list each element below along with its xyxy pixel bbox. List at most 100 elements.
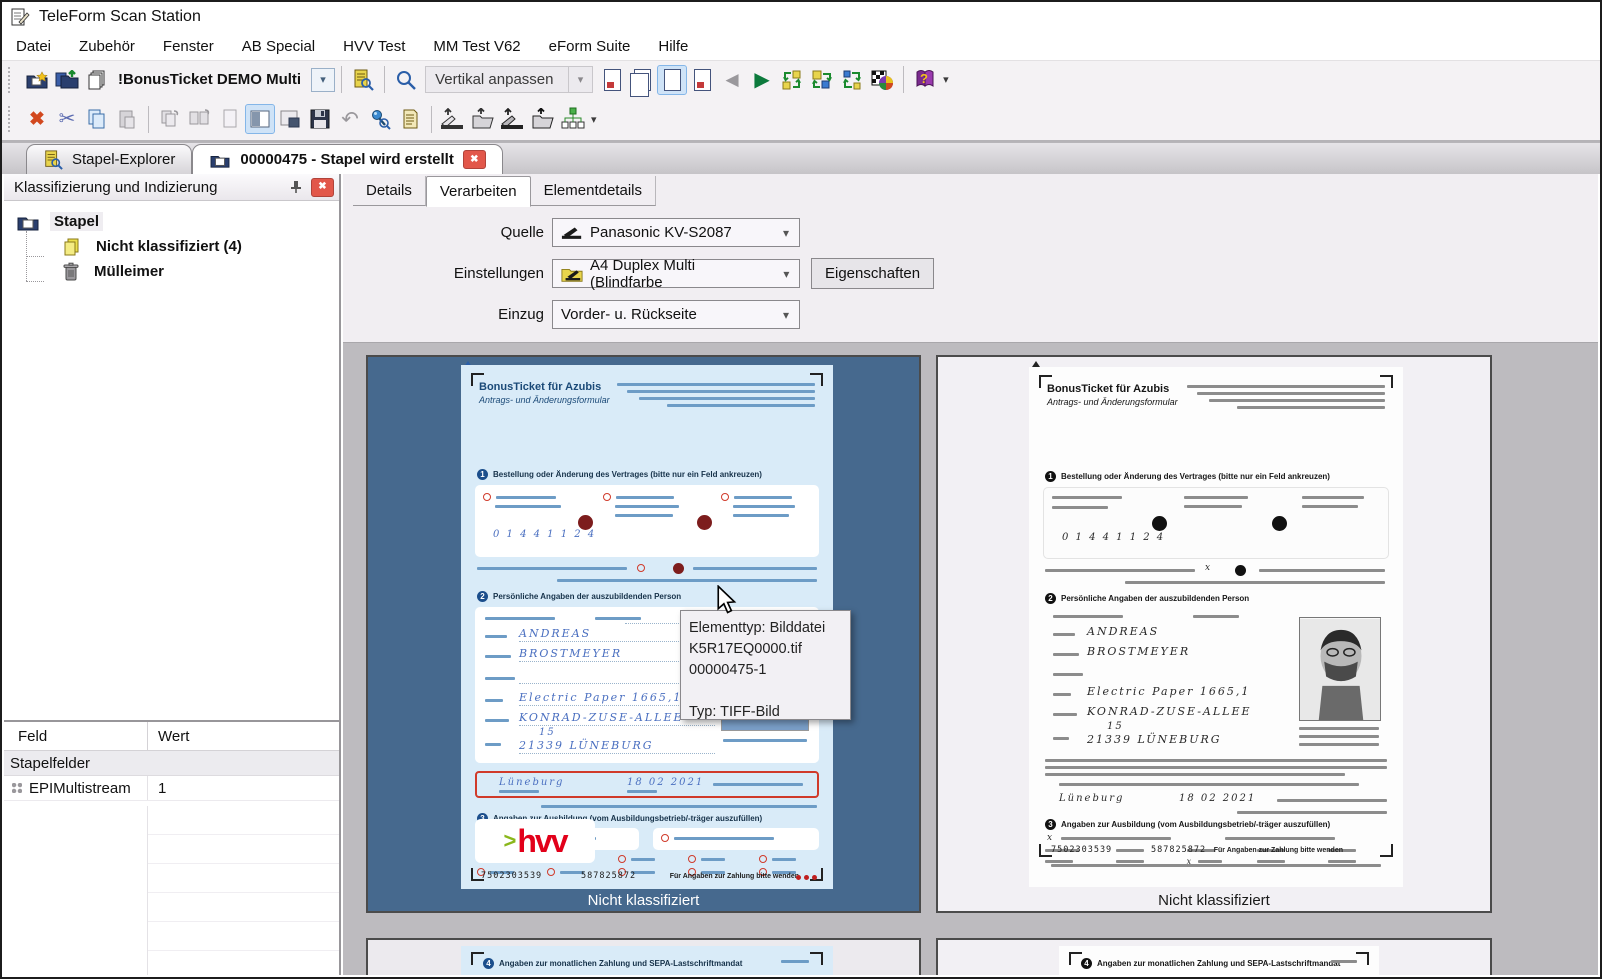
- batch-workspace: Details Verarbeiten Elementdetails Quell…: [343, 174, 1598, 975]
- pages-stack-button[interactable]: [82, 65, 112, 95]
- thumbnail-page-4[interactable]: 4Angaben zur monatlichen Zahlung und SEP…: [936, 938, 1492, 975]
- doc-section4: 4Angaben zur monatlichen Zahlung und SEP…: [483, 958, 783, 969]
- menu-hvv-test[interactable]: HVV Test: [329, 35, 419, 58]
- menu-mm-test-v62[interactable]: MM Test V62: [419, 35, 534, 58]
- scan-new-button[interactable]: [438, 104, 468, 134]
- template-dropdown-button[interactable]: ▾: [311, 68, 335, 92]
- tab-details[interactable]: Details: [353, 176, 426, 206]
- doc-section1: 1Bestellung oder Änderung des Vertrages …: [1045, 471, 1393, 482]
- einzug-select[interactable]: Vorder- u. Rückseite ▾: [552, 300, 800, 329]
- toolbar-overflow-button[interactable]: ▾: [591, 113, 597, 126]
- tree-node-muelleimer[interactable]: Mülleimer: [62, 259, 339, 284]
- tab-close-button[interactable]: ✖: [463, 150, 486, 169]
- tab-label: Stapel-Explorer: [72, 151, 175, 168]
- previous-button[interactable]: ◀: [717, 65, 747, 95]
- menu-hilfe[interactable]: Hilfe: [644, 35, 702, 58]
- split-view-button[interactable]: [245, 104, 275, 134]
- red-dots: [796, 875, 817, 880]
- replace-page-button[interactable]: [807, 65, 837, 95]
- menu-eform-suite[interactable]: eForm Suite: [535, 35, 645, 58]
- table-row-epimultistream[interactable]: EPIMultistream 1: [4, 776, 339, 801]
- hw-code: 0 1 4 4 1 1 2 4: [1062, 532, 1165, 543]
- rotate-pages-button[interactable]: [837, 65, 867, 95]
- help-button[interactable]: ?: [910, 65, 940, 95]
- doc-section2: 2Persönliche Angaben der auszubildenden …: [477, 591, 821, 602]
- preview-pane-button[interactable]: [275, 104, 305, 134]
- toolbar-grip[interactable]: [8, 67, 16, 93]
- hierarchy-button[interactable]: [558, 104, 588, 134]
- quelle-select[interactable]: Panasonic KV-S2087 ▾: [552, 218, 800, 247]
- hvv-logo: >hvv: [475, 819, 595, 863]
- chevron-down-icon[interactable]: ▾: [773, 308, 799, 322]
- split-pages-button[interactable]: [185, 104, 215, 134]
- toolbar-grip[interactable]: [8, 106, 16, 132]
- hw-surname: BROSTMEYER: [1087, 645, 1190, 658]
- pin-icon[interactable]: [289, 180, 303, 194]
- doc-fineprint: [1051, 864, 1381, 867]
- single-page-button[interactable]: [657, 65, 687, 95]
- app-window: TeleForm Scan Station Datei Zubehör Fens…: [0, 0, 1602, 979]
- thumbnail-page-3[interactable]: 4Angaben zur monatlichen Zahlung und SEP…: [366, 938, 921, 975]
- batch-explorer-button[interactable]: [348, 65, 378, 95]
- new-batch-button[interactable]: [22, 65, 52, 95]
- import-folder-button[interactable]: [468, 104, 498, 134]
- tab-stapel-explorer[interactable]: Stapel-Explorer: [26, 144, 192, 174]
- scan-settings-form: Quelle Panasonic KV-S2087 ▾ Einstellunge…: [343, 206, 1598, 342]
- last-page-button[interactable]: [687, 65, 717, 95]
- menu-datei[interactable]: Datei: [2, 35, 65, 58]
- tab-elementdetails[interactable]: Elementdetails: [531, 176, 656, 206]
- save-button[interactable]: [305, 104, 335, 134]
- detail-tabs: Details Verarbeiten Elementdetails: [343, 174, 1598, 206]
- einstellungen-select[interactable]: A4 Duplex Multi (Blindfarbe ▾: [552, 259, 800, 288]
- hw-street: KONRAD-ZUSE-ALLEE: [1087, 705, 1252, 718]
- doc-fineprint: [1187, 385, 1385, 409]
- double-page-icon: [634, 69, 651, 91]
- tree-node-stapel[interactable]: Stapel: [16, 209, 339, 234]
- scan-append-button[interactable]: [498, 104, 528, 134]
- tab-batch[interactable]: 00000475 - Stapel wird erstellt ✖: [192, 144, 502, 174]
- chevron-down-icon[interactable]: ▾: [774, 267, 799, 281]
- copy-button[interactable]: [82, 104, 112, 134]
- menu-ab-special[interactable]: AB Special: [228, 35, 329, 58]
- doc-option-box: [653, 828, 819, 850]
- pages-icon: [62, 237, 82, 257]
- cut-button[interactable]: ✂: [52, 104, 82, 134]
- log-button[interactable]: [395, 104, 425, 134]
- open-batch-button[interactable]: [52, 65, 82, 95]
- paste-button[interactable]: [112, 104, 142, 134]
- tree-node-label: Nicht klassifiziert (4): [92, 237, 246, 256]
- delete-button[interactable]: ✖: [22, 104, 52, 134]
- doc-code1: 7502303539: [481, 871, 542, 881]
- start-scan-button[interactable]: ▶: [747, 65, 777, 95]
- menu-fenster[interactable]: Fenster: [149, 35, 228, 58]
- search-icon[interactable]: [391, 65, 421, 95]
- menu-zubehoer[interactable]: Zubehör: [65, 35, 149, 58]
- tab-verarbeiten[interactable]: Verarbeiten: [426, 176, 531, 207]
- chevron-down-icon[interactable]: ▾: [773, 226, 799, 240]
- merge-pages-button[interactable]: [155, 104, 185, 134]
- thumbnail-page-2[interactable]: BonusTicket für Azubis Antrags- und Ände…: [936, 355, 1492, 913]
- undo-button[interactable]: ↶: [335, 104, 365, 134]
- pin-zoom-button[interactable]: [365, 104, 395, 134]
- toolbar-overflow-button[interactable]: ▾: [943, 73, 949, 86]
- batch-folder-icon: [16, 212, 40, 232]
- double-page-button[interactable]: [627, 65, 657, 95]
- color-mode-button[interactable]: [867, 65, 897, 95]
- menu-bar: Datei Zubehör Fenster AB Special HVV Tes…: [2, 32, 1600, 60]
- tree-node-nicht-klassifiziert[interactable]: Nicht klassifiziert (4): [62, 234, 339, 259]
- tree-node-label: Stapel: [50, 212, 103, 231]
- first-page-button[interactable]: [597, 65, 627, 95]
- chevron-down-icon[interactable]: ▾: [568, 67, 592, 92]
- hw-company: Electric Paper 1665,1: [519, 691, 682, 704]
- zoom-mode-select[interactable]: Vertikal anpassen ▾: [425, 66, 593, 93]
- export-folder-button[interactable]: [528, 104, 558, 134]
- column-feld[interactable]: Feld: [4, 728, 147, 745]
- eigenschaften-button[interactable]: Eigenschaften: [811, 258, 934, 289]
- doc-fineprint: [617, 383, 815, 407]
- column-wert[interactable]: Wert: [147, 722, 339, 750]
- rescan-page-button[interactable]: [777, 65, 807, 95]
- scanned-page-bw[interactable]: BonusTicket für Azubis Antrags- und Ände…: [1029, 367, 1403, 887]
- field-value[interactable]: 1: [147, 776, 339, 800]
- panel-close-button[interactable]: ✖: [311, 178, 334, 197]
- blank-page-button[interactable]: [215, 104, 245, 134]
